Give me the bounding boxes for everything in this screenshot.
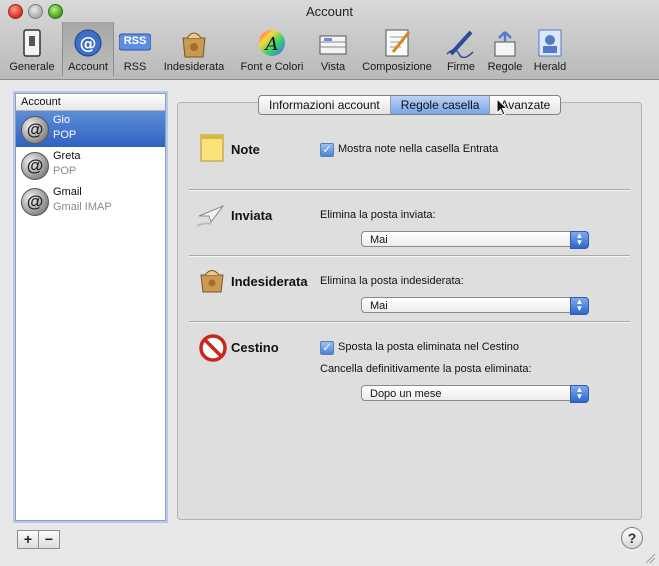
toolbar-label: Generale [9,61,55,73]
rss-badge-label: RSS [123,35,147,47]
toolbar-item-rss[interactable]: RSS RSS [117,22,153,76]
note-icon [200,134,224,162]
divider [189,321,630,322]
popup-arrows-icon: ▲ ▼ [570,297,589,315]
section-title-cestino: Cestino [231,340,279,355]
signature-icon [446,30,474,58]
move-to-trash-checkbox[interactable]: ✓ [320,341,334,355]
toolbar-label: Vista [320,61,346,73]
junk-delete-value: Mai [370,300,388,312]
toolbar-label: Regole [487,61,523,73]
popup-arrows-icon: ▲ ▼ [570,385,589,403]
account-type: POP [53,165,77,177]
account-list[interactable]: Account @ Gio POP @ Greta POP @ Gmail Gm… [15,93,166,521]
help-button[interactable]: ? [621,527,643,549]
toolbar-item-regole[interactable]: Regole [485,22,525,76]
at-icon: @ [21,116,49,144]
section-title-indesiderata: Indesiderata [231,274,308,289]
toolbar-label: Firme [446,61,476,73]
compose-icon [385,29,411,57]
trash-erase-select[interactable]: Dopo un mese ▲ ▼ [361,385,589,403]
trash-erase-label: Cancella definitivamente la posta elimin… [320,363,532,375]
account-list-header: Account [16,94,165,111]
show-notes-checkbox[interactable]: ✓ [320,143,334,157]
rules-icon [494,31,516,57]
toolbar-item-composizione[interactable]: Composizione [356,22,438,76]
toolbar-label: Indesiderata [163,61,225,73]
toolbar: Account Generale @ Account RSS RSS Indes… [0,0,659,80]
toolbar-label: Herald [533,61,567,73]
account-item-greta[interactable]: @ Greta POP [16,147,165,183]
account-name: Greta [53,150,81,162]
section-title-note: Note [231,142,260,157]
divider [189,189,630,190]
at-icon: @ [21,152,49,180]
toolbar-item-firme[interactable]: Firme [443,22,479,76]
account-type: POP [53,129,77,141]
account-name: Gmail [53,186,82,198]
account-name: Gio [53,114,71,126]
divider [189,255,630,256]
tab-regole-casella[interactable]: Regole casella [390,96,491,114]
tab-bar: Informazioni account Regole casella Avan… [258,95,562,115]
toolbar-label: RSS [123,61,147,73]
toolbar-label: Account [68,61,108,73]
move-to-trash-label: Sposta la posta eliminata nel Cestino [338,341,519,353]
mouse-cursor-icon [496,98,508,116]
toolbar-label: Composizione [362,61,432,73]
sent-delete-value: Mai [370,234,388,246]
sent-delete-select[interactable]: Mai ▲ ▼ [361,231,589,249]
tab-informazioni-account[interactable]: Informazioni account [259,96,391,114]
popup-arrows-icon: ▲ ▼ [570,231,589,249]
toolbar-item-herald[interactable]: Herald [530,22,570,76]
toolbar-item-vista[interactable]: Vista [314,22,352,76]
font-color-icon: A [259,30,285,56]
junk-delete-label: Elimina la posta indesiderata: [320,275,464,287]
remove-account-button[interactable]: − [38,530,60,549]
junk-icon [200,270,224,293]
sent-delete-label: Elimina la posta inviata: [320,209,436,221]
herald-icon [538,29,562,57]
section-title-inviata: Inviata [231,208,273,223]
toolbar-item-font-colori[interactable]: A Font e Colori [236,22,308,76]
svg-text:@: @ [80,34,97,54]
toolbar-label: Font e Colori [240,61,304,73]
at-icon: @ [21,188,49,216]
show-notes-label: Mostra note nella casella Entrata [338,143,499,155]
toolbar-item-indesiderata[interactable]: Indesiderata [160,22,228,76]
window-title: Account [306,4,353,19]
trash-prohibited-icon [199,334,227,362]
toolbar-item-generale[interactable]: Generale [4,22,60,76]
trash-erase-value: Dopo un mese [370,388,442,400]
view-icon [319,35,347,55]
account-item-gmail[interactable]: @ Gmail Gmail IMAP [16,183,165,219]
switch-icon [23,29,41,57]
junk-delete-select[interactable]: Mai ▲ ▼ [361,297,589,315]
account-item-gio[interactable]: @ Gio POP [16,111,165,147]
junk-icon [182,32,206,58]
account-type: Gmail IMAP [53,201,112,213]
add-account-button[interactable]: + [17,530,39,549]
svg-text:A: A [264,34,279,55]
sent-plane-icon [197,204,225,227]
resize-grip-icon[interactable] [644,552,656,564]
at-icon: @ [74,29,102,57]
toolbar-item-account[interactable]: @ Account [62,22,114,76]
